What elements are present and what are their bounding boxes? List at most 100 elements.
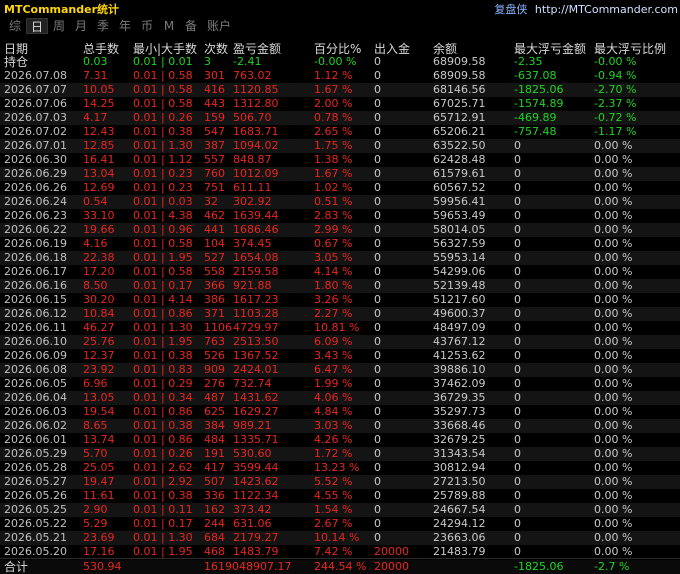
table-row[interactable]: 2026.06.10 25.76 0.01 | 1.95 763 2513.50 6.09…: [0, 335, 680, 349]
tab-9[interactable]: 账户: [202, 18, 236, 34]
cell-maxdd_pct: 0.00 %: [594, 503, 633, 516]
tab-1[interactable]: 日: [26, 18, 48, 34]
cell-pnl: 1103.28: [233, 307, 279, 320]
cell-maxdd_pct: 0.00 %: [594, 251, 633, 264]
cell-pnl: 989.21: [233, 419, 272, 432]
table-row[interactable]: 2026.06.22 19.66 0.01 | 0.96 441 1686.46 2.99…: [0, 223, 680, 237]
cell-pnl: 611.11: [233, 181, 272, 194]
table-row[interactable]: 2026.06.04 13.05 0.01 | 0.34 487 1431.62 4.06…: [0, 391, 680, 405]
cell-pnl: 2513.50: [233, 335, 279, 348]
table-row[interactable]: 2026.06.05 6.96 0.01 | 0.29 276 732.74 1.99 %…: [0, 377, 680, 391]
cell-lots: 11.61: [83, 489, 115, 502]
cell-pnl: 506.70: [233, 111, 272, 124]
cell-lots: 25.76: [83, 335, 115, 348]
cell-balance: 25789.88: [433, 489, 486, 502]
table-row[interactable]: 2026.07.06 14.25 0.01 | 0.58 443 1312.80 2.00…: [0, 97, 680, 111]
divider: [0, 558, 680, 559]
cell-count: 441: [204, 223, 225, 236]
cell-date: 2026.05.26: [4, 489, 67, 502]
table-row[interactable]: 2026.05.29 5.70 0.01 | 0.26 191 530.60 1.72 %…: [0, 447, 680, 461]
table-row[interactable]: 2026.06.09 12.37 0.01 | 0.38 526 1367.52 3.43…: [0, 349, 680, 363]
cell-maxdd: 0: [514, 447, 521, 460]
cell-pnl: 1683.71: [233, 125, 279, 138]
cell-pnl: 1312.80: [233, 97, 279, 110]
cell-pct: 1.02 %: [314, 181, 353, 194]
cell-balance: 59956.41: [433, 195, 486, 208]
cell-maxdd_pct: 0.00 %: [594, 195, 633, 208]
tab-8[interactable]: 备: [180, 18, 202, 34]
cell-pnl: 1483.79: [233, 545, 279, 558]
cell-pct: 3.03 %: [314, 419, 353, 432]
cell-maxdd: 0: [514, 531, 521, 544]
table-row[interactable]: 2026.07.07 10.05 0.01 | 0.58 416 1120.85 1.67…: [0, 83, 680, 97]
tab-3[interactable]: 月: [70, 18, 92, 34]
table-row[interactable]: 2026.05.21 23.69 0.01 | 1.30 684 2179.27 10.1…: [0, 531, 680, 545]
table-row[interactable]: 2026.06.24 0.54 0.01 | 0.03 32 302.92 0.51 % 0…: [0, 195, 680, 209]
table-row[interactable]: 2026.06.23 33.10 0.01 | 4.38 462 1639.44 2.83…: [0, 209, 680, 223]
cell-flow: 20000: [374, 545, 409, 558]
cell-balance: 48497.09: [433, 321, 486, 334]
table-row[interactable]: 2026.06.16 8.50 0.01 | 0.17 366 921.88 1.80 %…: [0, 279, 680, 293]
tab-0[interactable]: 综: [4, 18, 26, 34]
cell-pnl: 302.92: [233, 195, 272, 208]
cell-date: 2026.06.08: [4, 363, 67, 376]
table-row[interactable]: 2026.06.18 22.38 0.01 | 1.95 527 1654.08 3.05…: [0, 251, 680, 265]
cell-flow: 0: [374, 531, 381, 544]
cell-pnl: 374.45: [233, 237, 272, 250]
holding-count: 3: [204, 55, 211, 68]
cell-flow: 0: [374, 335, 381, 348]
table-row[interactable]: 2026.06.30 16.41 0.01 | 1.12 557 848.87 1.38 …: [0, 153, 680, 167]
table-row[interactable]: 2026.05.27 19.47 0.01 | 2.92 507 1423.62 5.52…: [0, 475, 680, 489]
cell-flow: 0: [374, 195, 381, 208]
cell-maxdd_pct: 0.00 %: [594, 237, 633, 250]
table-row[interactable]: 2026.05.20 17.16 0.01 | 1.95 468 1483.79 7.42…: [0, 545, 680, 559]
cell-count: 625: [204, 405, 225, 418]
table-row[interactable]: 2026.06.08 23.92 0.01 | 0.83 909 2424.01 6.47…: [0, 363, 680, 377]
cell-lots: 12.37: [83, 349, 115, 362]
cell-pnl: 373.42: [233, 503, 272, 516]
table-row[interactable]: 2026.06.03 19.54 0.01 | 0.86 625 1629.27 4.84…: [0, 405, 680, 419]
cell-pnl: 732.74: [233, 377, 272, 390]
cell-balance: 33668.46: [433, 419, 486, 432]
cell-maxdd: 0: [514, 279, 521, 292]
cell-pnl: 848.87: [233, 153, 272, 166]
cell-flow: 0: [374, 321, 381, 334]
table-row[interactable]: 2026.06.01 13.74 0.01 | 0.86 484 1335.71 4.26…: [0, 433, 680, 447]
cell-lots: 17.16: [83, 545, 115, 558]
table-row[interactable]: 2026.06.29 13.04 0.01 | 0.23 760 1012.09 1.67…: [0, 167, 680, 181]
cell-maxdd: 0: [514, 237, 521, 250]
table-row[interactable]: 2026.07.02 12.43 0.01 | 0.38 547 1683.71 2.65…: [0, 125, 680, 139]
cell-lots: 46.27: [83, 321, 115, 334]
cell-count: 909: [204, 363, 225, 376]
table-row[interactable]: 2026.06.11 46.27 0.01 | 1.30 1106 4729.97 10.…: [0, 321, 680, 335]
holding-flow: 0: [374, 55, 381, 68]
table-row[interactable]: 2026.06.15 30.20 0.01 | 4.14 386 1617.23 3.26…: [0, 293, 680, 307]
top-right-link[interactable]: 复盘侠 http://MTCommander.com: [494, 1, 678, 17]
table-row[interactable]: 2026.06.17 17.20 0.01 | 0.58 558 2159.58 4.14…: [0, 265, 680, 279]
cell-pct: 10.81 %: [314, 321, 360, 334]
cell-maxdd: 0: [514, 209, 521, 222]
table-row[interactable]: 2026.05.26 11.61 0.01 | 0.38 336 1122.34 4.55…: [0, 489, 680, 503]
table-header: 日期 总手数 最小|大手数 次数 盈亏金额 百分比% 出入金 余额 最大浮亏金额 最大浮亏比例: [0, 40, 680, 56]
table-row[interactable]: 2026.06.19 4.16 0.01 | 0.58 104 374.45 0.67 %…: [0, 237, 680, 251]
total-label: 合计: [4, 560, 29, 574]
cell-count: 384: [204, 419, 225, 432]
table-row[interactable]: 2026.07.08 7.31 0.01 | 0.58 301 763.02 1.12 %…: [0, 69, 680, 83]
cell-lots: 16.41: [83, 153, 115, 166]
tab-5[interactable]: 年: [114, 18, 136, 34]
cell-minmax: 0.01 | 0.58: [133, 97, 193, 110]
tab-2[interactable]: 周: [48, 18, 70, 34]
tab-4[interactable]: 季: [92, 18, 114, 34]
table-row[interactable]: 2026.07.01 12.85 0.01 | 1.30 387 1094.02 1.75…: [0, 139, 680, 153]
tab-7[interactable]: M: [158, 18, 180, 34]
table-row[interactable]: 2026.06.12 10.84 0.01 | 0.86 371 1103.28 2.27…: [0, 307, 680, 321]
table-row[interactable]: 2026.05.22 5.29 0.01 | 0.17 244 631.06 2.67 %…: [0, 517, 680, 531]
table-row[interactable]: 2026.05.25 2.90 0.01 | 0.11 162 373.42 1.54 %…: [0, 503, 680, 517]
cell-pct: 1.80 %: [314, 279, 353, 292]
cell-minmax: 0.01 | 4.14: [133, 293, 193, 306]
table-row[interactable]: 2026.06.02 8.65 0.01 | 0.38 384 989.21 3.03 %…: [0, 419, 680, 433]
table-row[interactable]: 2026.06.26 12.69 0.01 | 0.23 751 611.11 1.02 …: [0, 181, 680, 195]
tab-6[interactable]: 币: [136, 18, 158, 34]
table-row[interactable]: 2026.07.03 4.17 0.01 | 0.26 159 506.70 0.78 %…: [0, 111, 680, 125]
table-row[interactable]: 2026.05.28 25.05 0.01 | 2.62 417 3599.44 13.2…: [0, 461, 680, 475]
